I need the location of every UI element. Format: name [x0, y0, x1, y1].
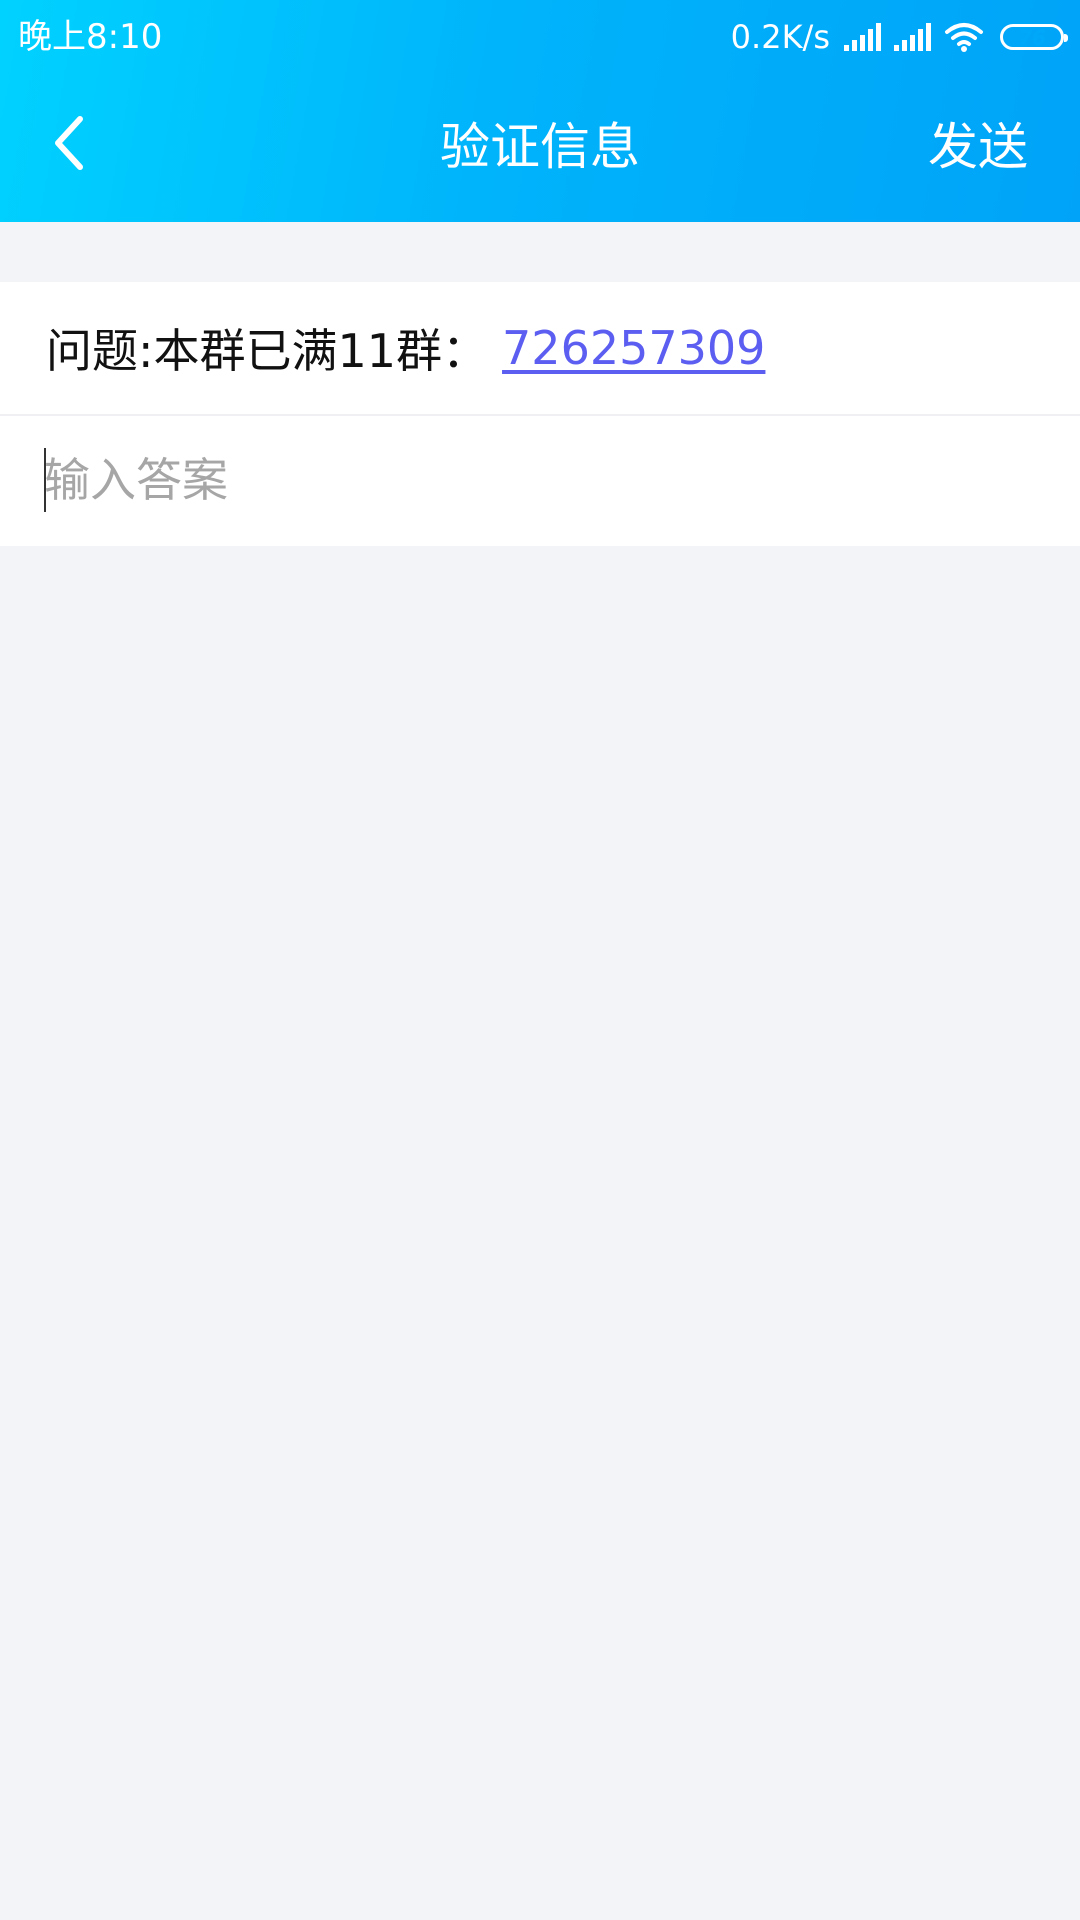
- status-bar: 晚上8:10 0.2K/s 76: [0, 0, 1080, 74]
- wifi-icon: [944, 21, 984, 53]
- signal-icon: [894, 23, 934, 51]
- answer-input[interactable]: [44, 440, 1024, 520]
- answer-row: [0, 416, 1080, 546]
- question-row: 问题:本群已满11群： 726257309: [0, 282, 1080, 414]
- question-text: 问题:本群已满11群：: [46, 324, 489, 378]
- nav-bar: 验证信息 发送: [0, 74, 1080, 222]
- text-caret: [44, 448, 46, 512]
- battery-icon: 76: [1000, 24, 1068, 50]
- status-time: 晚上8:10: [18, 17, 163, 57]
- send-button[interactable]: 发送: [928, 114, 1028, 180]
- battery-tip: [1064, 34, 1068, 42]
- signal-icon: [844, 23, 884, 51]
- chevron-left-icon: [50, 113, 90, 177]
- battery-level: 76: [1018, 26, 1046, 50]
- back-button[interactable]: [30, 100, 110, 190]
- status-indicators: 0.2K/s 76: [730, 14, 1068, 60]
- app-header: 晚上8:10 0.2K/s 76 验证信息 发送: [0, 0, 1080, 222]
- page-title: 验证信息: [440, 118, 640, 176]
- group-number-link[interactable]: 726257309: [502, 321, 765, 375]
- network-speed: 0.2K/s: [730, 18, 830, 56]
